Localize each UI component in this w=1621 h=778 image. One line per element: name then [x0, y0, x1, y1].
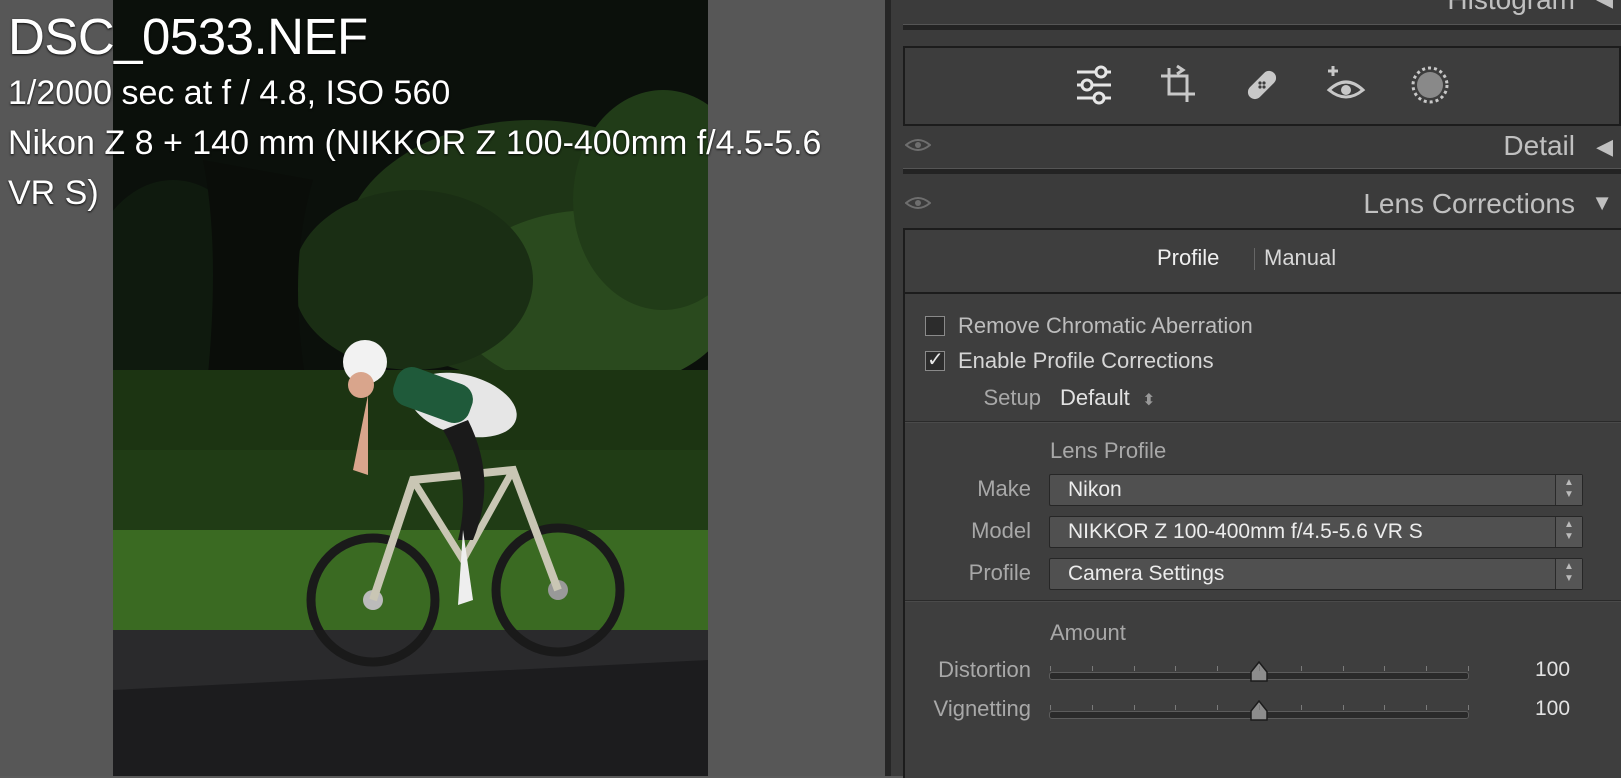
filename: DSC_0533.NEF [8, 8, 368, 65]
eye-icon[interactable] [905, 196, 931, 210]
image-canvas[interactable]: DSC_0533.NEF 1/2000 sec at f / 4.8, ISO … [0, 0, 885, 776]
exposure-info: 1/2000 sec at f / 4.8, ISO 560 [8, 74, 451, 112]
lens-profile-heading: Lens Profile [1050, 438, 1167, 463]
profile-label: Profile [968, 560, 1031, 585]
updown-arrows-icon: ⬍ [1142, 392, 1156, 409]
masking-icon[interactable] [1407, 62, 1453, 108]
slider-tick [1468, 666, 1469, 671]
checkmark-icon: ✓ [927, 349, 944, 371]
amount-heading: Amount [1050, 620, 1126, 645]
healing-bandage-icon[interactable] [1239, 62, 1285, 108]
profile-select[interactable]: Camera Settings ▲ ▼ [1049, 558, 1583, 590]
distortion-label: Distortion [938, 657, 1031, 682]
vignetting-slider[interactable] [1049, 700, 1469, 721]
slider-tick [1050, 705, 1051, 710]
model-select[interactable]: NIKKOR Z 100-400mm f/4.5-5.6 VR S ▲ ▼ [1049, 516, 1583, 548]
lens-corrections-header[interactable]: Lens Corrections ▼ [891, 186, 1621, 226]
make-select[interactable]: Nikon ▲ ▼ [1049, 474, 1583, 506]
camera-info: Nikon Z 8 + 140 mm (NIKKOR Z 100-400mm f… [8, 124, 822, 212]
slider-tick [1092, 666, 1093, 671]
vignetting-label: Vignetting [933, 696, 1031, 721]
slider-tick [1384, 705, 1385, 710]
slider-tick [1426, 666, 1427, 671]
distortion-value[interactable]: 100 [1535, 658, 1570, 682]
slider-tick [1175, 666, 1176, 671]
setup-value: Default [1060, 385, 1130, 410]
slider-tick [1092, 705, 1093, 710]
slider-tick [1301, 705, 1302, 710]
slider-thumb-icon[interactable] [1250, 700, 1268, 722]
updown-arrows-icon[interactable]: ▲ ▼ [1555, 559, 1582, 589]
slider-tick [1384, 666, 1385, 671]
tab-profile[interactable]: Profile [1157, 245, 1219, 271]
section-divider [905, 600, 1621, 602]
section-divider [905, 421, 1621, 423]
histogram-collapse-arrow[interactable]: ◀ [1596, 0, 1613, 12]
panel-separator [903, 24, 1621, 30]
enable-profile-checkbox[interactable]: ✓ [925, 349, 945, 371]
slider-tick [1050, 666, 1051, 671]
distortion-slider[interactable] [1049, 661, 1469, 682]
enable-profile-label: Enable Profile Corrections [958, 348, 1214, 373]
tool-strip [903, 46, 1621, 126]
remove-ca-label: Remove Chromatic Aberration [958, 313, 1253, 338]
detail-header[interactable]: Detail ◀ [891, 128, 1621, 168]
setup-label: Setup [983, 385, 1042, 410]
slider-tick [1134, 666, 1135, 671]
lens-tabs: Profile Manual [905, 230, 1621, 294]
profile-value: Camera Settings [1068, 562, 1225, 585]
lens-corrections-title: Lens Corrections [1363, 188, 1575, 219]
histogram-title: Histogram [1447, 0, 1575, 16]
updown-arrows-icon[interactable]: ▲ ▼ [1555, 475, 1582, 505]
slider-tick [1175, 705, 1176, 710]
make-label: Make [977, 476, 1031, 501]
lens-corrections-collapse-arrow[interactable]: ▼ [1591, 190, 1613, 216]
remove-ca-checkbox[interactable] [925, 316, 945, 336]
crop-icon[interactable] [1155, 62, 1201, 108]
edit-sliders-icon[interactable] [1071, 62, 1117, 108]
slider-tick [1343, 705, 1344, 710]
red-eye-icon[interactable] [1323, 62, 1369, 108]
slider-tick [1301, 666, 1302, 671]
detail-title: Detail [1503, 130, 1575, 161]
slider-tick [1217, 705, 1218, 710]
slider-tick [1343, 666, 1344, 671]
detail-collapse-arrow[interactable]: ◀ [1596, 134, 1613, 160]
slider-tick [1217, 666, 1218, 671]
develop-panel: Histogram ◀ Detail ◀ Lens Corrections ▼ [891, 0, 1621, 778]
slider-thumb-icon[interactable] [1250, 661, 1268, 683]
lens-corrections-panel: Profile Manual Remove Chromatic Aberrati… [903, 228, 1621, 778]
slider-tick [1134, 705, 1135, 710]
slider-tick [1259, 666, 1260, 671]
eye-icon[interactable] [905, 138, 931, 152]
model-value: NIKKOR Z 100-400mm f/4.5-5.6 VR S [1068, 520, 1423, 543]
tab-divider [1254, 248, 1255, 270]
make-value: Nikon [1068, 478, 1122, 501]
slider-tick [1468, 705, 1469, 710]
photo-info-overlay: DSC_0533.NEF 1/2000 sec at f / 4.8, ISO … [8, 6, 878, 218]
panel-separator [903, 168, 1621, 174]
model-label: Model [971, 518, 1031, 543]
slider-tick [1259, 705, 1260, 710]
tab-manual[interactable]: Manual [1264, 245, 1336, 271]
slider-tick [1426, 705, 1427, 710]
updown-arrows-icon[interactable]: ▲ ▼ [1555, 517, 1582, 547]
setup-dropdown[interactable]: Default ⬍ [1060, 385, 1156, 413]
vignetting-value[interactable]: 100 [1535, 697, 1570, 721]
histogram-header[interactable]: Histogram ◀ [891, 0, 1621, 15]
